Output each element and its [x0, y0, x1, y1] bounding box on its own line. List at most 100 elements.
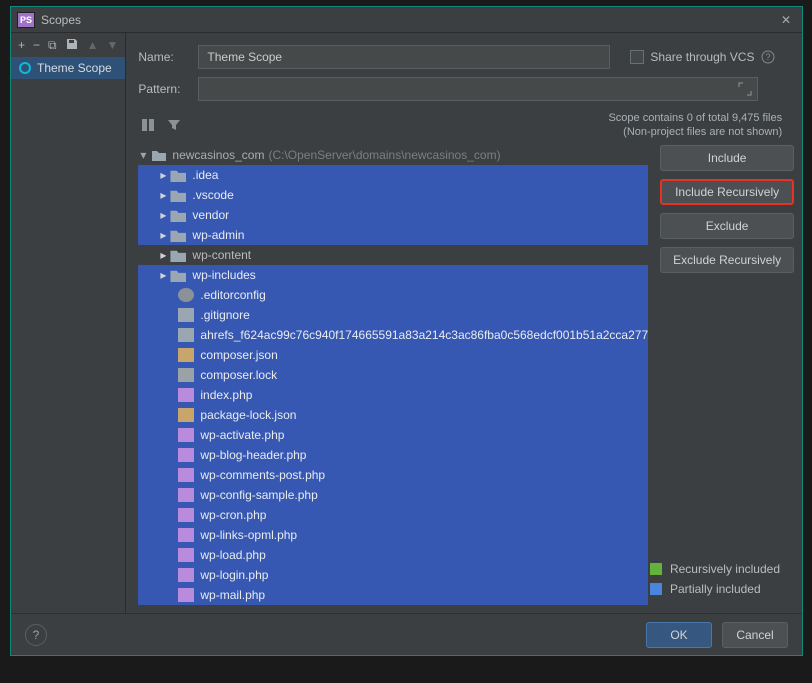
tree-item-label: wp-blog-header.php	[200, 448, 306, 462]
remove-scope-button[interactable]: −	[33, 38, 40, 52]
move-up-button[interactable]: ▲	[87, 38, 99, 52]
tree-file[interactable]: wp-load.php	[138, 545, 648, 565]
filter-icon[interactable]	[164, 115, 184, 135]
scope-icon	[19, 62, 31, 74]
tree-item-label: wp-config-sample.php	[200, 488, 317, 502]
tree-file[interactable]: index.php	[138, 385, 648, 405]
tree-item-label: .gitignore	[200, 308, 249, 322]
php-icon	[178, 508, 194, 522]
file-tree[interactable]: .idea .vscode vendor wp-admin wp-content wp-i…	[138, 165, 648, 607]
tree-item-label: package-lock.json	[200, 408, 296, 422]
name-label: Name:	[138, 50, 188, 64]
name-input[interactable]	[198, 45, 610, 69]
tree-item-label: wp-includes	[192, 268, 255, 282]
tree-file[interactable]: wp-cron.php	[138, 505, 648, 525]
tree-item-label: wp-load.php	[200, 548, 265, 562]
copy-scope-button[interactable]: ⧉	[48, 38, 57, 53]
tree-folder[interactable]: wp-admin	[138, 225, 648, 245]
tree-item-label: wp-links-opml.php	[200, 528, 297, 542]
php-icon	[178, 468, 194, 482]
sidebar-item-scope[interactable]: Theme Scope	[11, 57, 125, 79]
tree-file[interactable]: composer.lock	[138, 365, 648, 385]
tree-file[interactable]: wp-login.php	[138, 565, 648, 585]
folder-icon	[170, 248, 186, 262]
tree-item-label: index.php	[200, 388, 252, 402]
tree-folder[interactable]: wp-includes	[138, 265, 648, 285]
php-icon	[178, 388, 194, 402]
app-icon: PS	[17, 12, 35, 28]
tree-folder[interactable]: .vscode	[138, 185, 648, 205]
gear-icon	[178, 288, 194, 302]
php-icon	[178, 428, 194, 442]
folder-icon	[170, 188, 186, 202]
scope-stats: Scope contains 0 of total 9,475 files (N…	[608, 111, 794, 139]
tree-file[interactable]: wp-blog-header.php	[138, 445, 648, 465]
pattern-input[interactable]	[198, 77, 758, 101]
move-down-button[interactable]: ▼	[107, 38, 119, 52]
help-button[interactable]: ?	[25, 624, 47, 646]
tree-item-label: wp-admin	[192, 228, 244, 242]
tree-item-label: ahrefs_f624ac99c76c940f174665591a83a214c…	[200, 328, 648, 342]
exclude-button[interactable]: Exclude	[660, 213, 794, 239]
tree-item-label: wp-comments-post.php	[200, 468, 325, 482]
legend-recursive: Recursively included	[650, 559, 780, 579]
tree-folder[interactable]: wp-content	[138, 245, 648, 265]
share-vcs-label: Share through VCS	[650, 50, 754, 64]
tree-item-label: wp-content	[192, 248, 251, 262]
share-help-icon[interactable]: ?	[760, 49, 776, 65]
tree-file[interactable]: package-lock.json	[138, 405, 648, 425]
svg-text:?: ?	[766, 52, 771, 62]
tree-file[interactable]: wp-activate.php	[138, 425, 648, 445]
exclude-recursively-button[interactable]: Exclude Recursively	[660, 247, 794, 273]
tree-file[interactable]: wp-comments-post.php	[138, 465, 648, 485]
show-files-toggle[interactable]	[138, 115, 158, 135]
php-icon	[178, 448, 194, 462]
folder-icon	[170, 168, 186, 182]
tree-folder[interactable]: vendor	[138, 205, 648, 225]
tree-item-label: composer.json	[200, 348, 277, 362]
pattern-label: Pattern:	[138, 82, 188, 96]
legend-partial: Partially included	[650, 579, 780, 599]
brace-icon	[178, 348, 194, 362]
cancel-button[interactable]: Cancel	[722, 622, 788, 648]
php-icon	[178, 488, 194, 502]
save-scope-button[interactable]	[65, 37, 79, 54]
tree-item-label: .editorconfig	[200, 288, 265, 302]
tree-file[interactable]: wp-links-opml.php	[138, 525, 648, 545]
include-recursively-button[interactable]: Include Recursively	[660, 179, 794, 205]
folder-icon	[170, 268, 186, 282]
tree-item-label: composer.lock	[200, 368, 277, 382]
folder-icon	[170, 208, 186, 222]
tree-file[interactable]: .gitignore	[138, 305, 648, 325]
tree-item-label: wp-mail.php	[200, 588, 265, 602]
tree-item-label: wp-activate.php	[200, 428, 284, 442]
share-vcs-checkbox[interactable]	[630, 50, 644, 64]
tree-item-label: vendor	[192, 208, 229, 222]
tree-file[interactable]: .editorconfig	[138, 285, 648, 305]
tree-file[interactable]: composer.json	[138, 345, 648, 365]
lock-icon	[178, 368, 194, 382]
scope-label: Theme Scope	[37, 61, 112, 75]
tree-folder[interactable]: .idea	[138, 165, 648, 185]
php-icon	[178, 528, 194, 542]
folder-icon	[170, 228, 186, 242]
tree-root[interactable]: ▾ newcasinos_com (C:\OpenServer\domains\…	[138, 145, 648, 165]
add-scope-button[interactable]: +	[18, 38, 25, 52]
dialog-title: Scopes	[41, 13, 776, 27]
txt-icon	[178, 308, 194, 322]
tree-item-label: wp-cron.php	[200, 508, 266, 522]
php-icon	[178, 588, 194, 602]
brace-icon	[178, 408, 194, 422]
tree-item-label: .idea	[192, 168, 218, 182]
tree-file[interactable]: wp-mail.php	[138, 585, 648, 605]
close-icon[interactable]: ✕	[776, 13, 796, 27]
tree-file[interactable]: ahrefs_f624ac99c76c940f174665591a83a214c…	[138, 325, 648, 345]
tree-item-label: .vscode	[192, 188, 233, 202]
php-icon	[178, 548, 194, 562]
include-button[interactable]: Include	[660, 145, 794, 171]
tree-file[interactable]: wp-config-sample.php	[138, 485, 648, 505]
txt-icon	[178, 328, 194, 342]
ok-button[interactable]: OK	[646, 622, 712, 648]
php-icon	[178, 568, 194, 582]
tree-item-label: wp-login.php	[200, 568, 268, 582]
